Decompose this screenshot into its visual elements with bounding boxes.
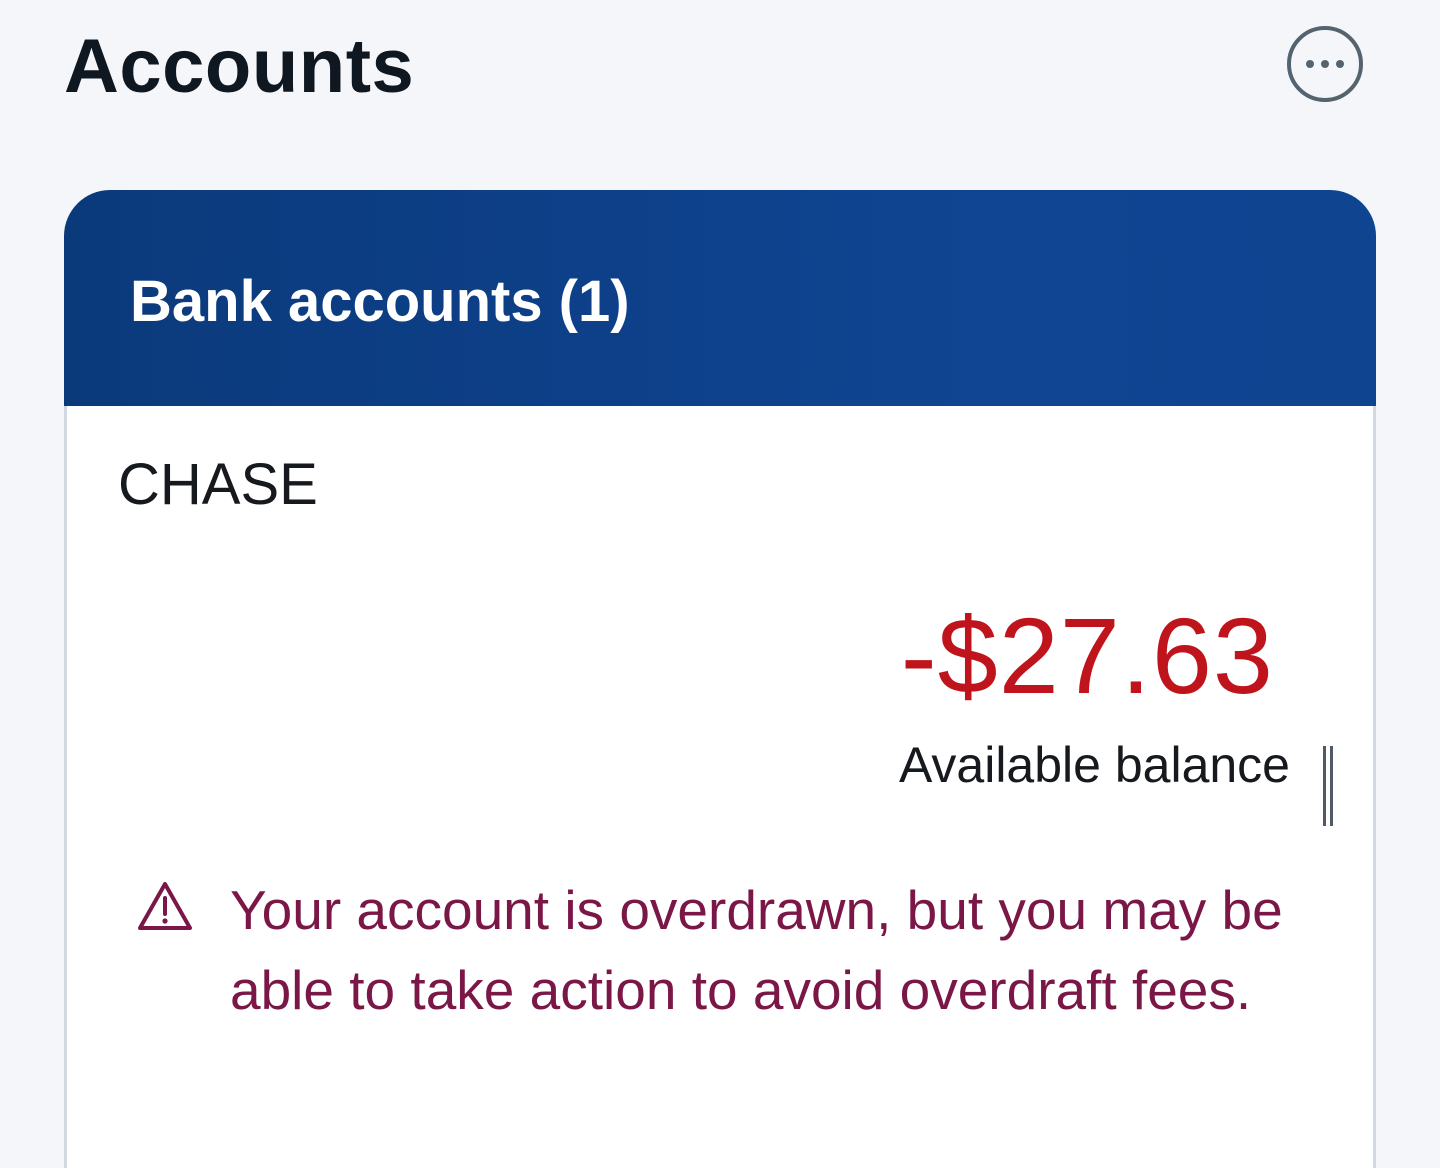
warning-triangle-icon <box>138 882 192 930</box>
more-options-button[interactable] <box>1287 26 1363 102</box>
card-border-left <box>64 406 67 1168</box>
bank-accounts-header[interactable]: Bank accounts (1) <box>64 190 1376 406</box>
balance-label: Available balance <box>898 737 1290 793</box>
scroll-indicator <box>1323 746 1333 826</box>
overdraft-warning-text: Your account is overdrawn, but you may b… <box>230 879 1283 1021</box>
more-dot <box>1336 60 1344 68</box>
bank-accounts-title: Bank accounts (1) <box>130 269 630 334</box>
account-balance[interactable]: -$27.63 <box>901 594 1274 718</box>
card-border-right <box>1373 406 1376 1168</box>
more-dot <box>1321 60 1329 68</box>
more-horizontal-circle-icon <box>1306 60 1314 68</box>
bank-accounts-card: Bank accounts (1) CHASE -$27.63 Availabl… <box>64 190 1376 1168</box>
accounts-screen: Accounts Bank accounts (1) CHASE -$27.63… <box>0 0 1440 1168</box>
page-title: Accounts <box>64 24 415 109</box>
account-name[interactable]: CHASE <box>118 452 318 518</box>
